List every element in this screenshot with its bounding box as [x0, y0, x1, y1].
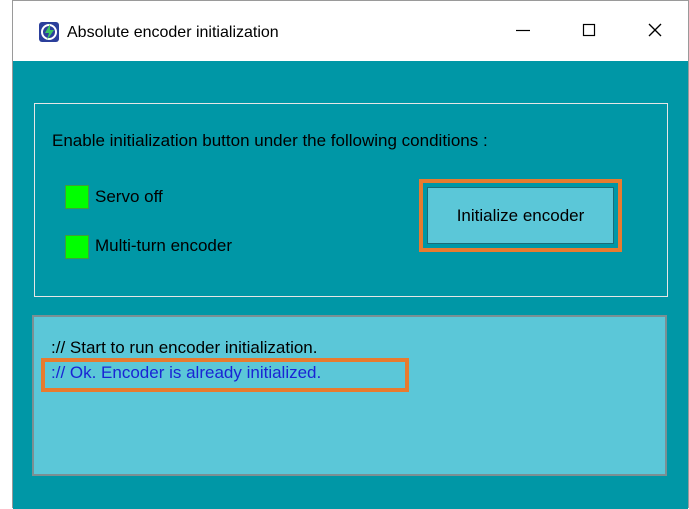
minimize-button[interactable] [500, 15, 546, 49]
conditions-group: Enable initialization button under the f… [34, 103, 668, 297]
window-title: Absolute encoder initialization [67, 24, 279, 41]
multi-turn-indicator [65, 235, 89, 259]
maximize-icon [581, 22, 597, 43]
maximize-button[interactable] [566, 15, 612, 49]
window-client-area: Enable initialization button under the f… [13, 61, 688, 509]
close-button[interactable] [632, 15, 678, 49]
title-bar[interactable]: Absolute encoder initialization [13, 1, 688, 61]
log-panel: :// Start to run encoder initialization.… [32, 315, 667, 476]
servo-off-label: Servo off [95, 187, 163, 206]
close-icon [647, 22, 663, 43]
minimize-icon [515, 22, 531, 43]
instruction-text: Enable initialization button under the f… [52, 131, 488, 150]
app-logo-icon [39, 22, 59, 42]
initialize-encoder-button[interactable]: Initialize encoder [427, 187, 614, 244]
servo-off-indicator [65, 185, 89, 209]
log-line: :// Start to run encoder initialization. [51, 338, 318, 357]
multi-turn-label: Multi-turn encoder [95, 236, 233, 255]
encoder-init-window: Absolute encoder initialization Enable i… [12, 0, 689, 509]
status-line-highlight [41, 358, 409, 392]
